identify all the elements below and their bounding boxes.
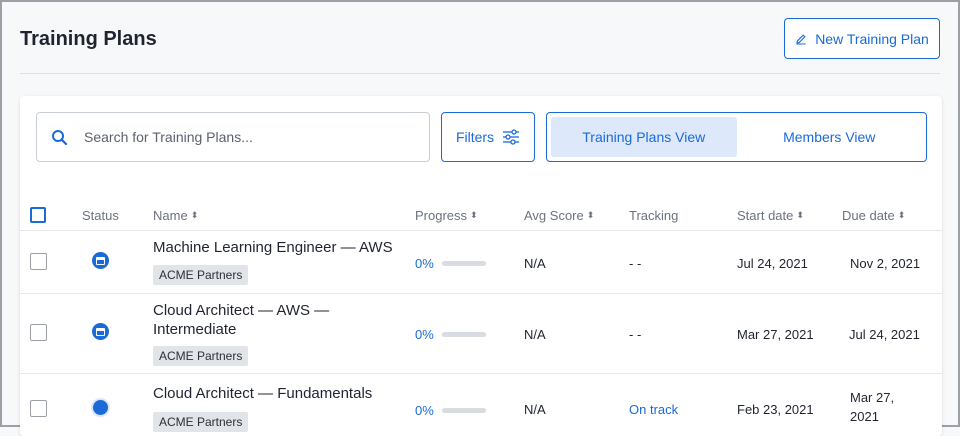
view-toggle: Training Plans View Members View bbox=[546, 112, 927, 162]
training-plans-card: Filters Training Plans View Members View… bbox=[20, 96, 942, 436]
new-training-plan-button[interactable]: New Training Plan bbox=[784, 18, 940, 59]
column-start-date[interactable]: Start date ⬍ bbox=[737, 208, 804, 223]
tracking-status: On track bbox=[629, 402, 679, 417]
filters-button[interactable]: Filters bbox=[441, 112, 535, 162]
avg-score: N/A bbox=[524, 327, 546, 342]
plan-name[interactable]: Cloud Architect — Fundamentals bbox=[153, 384, 403, 403]
column-due-date[interactable]: Due date ⬍ bbox=[842, 208, 905, 223]
search-box[interactable] bbox=[36, 112, 430, 162]
plan-name[interactable]: Cloud Architect — AWS — Intermediate bbox=[153, 301, 353, 339]
progress-bar bbox=[441, 408, 486, 413]
table-row[interactable]: Machine Learning Engineer — AWS ACME Par… bbox=[20, 230, 942, 293]
progress: 0% bbox=[415, 327, 486, 342]
progress: 0% bbox=[415, 403, 486, 418]
partner-tag: ACME Partners bbox=[153, 265, 249, 285]
page-header: Training Plans New Training Plan bbox=[2, 2, 958, 74]
sort-icon: ⬍ bbox=[190, 210, 199, 220]
progress-text: 0% bbox=[415, 256, 434, 271]
search-icon bbox=[52, 129, 68, 145]
due-date: Jul 24, 2021 bbox=[849, 327, 920, 342]
column-progress[interactable]: Progress ⬍ bbox=[415, 208, 478, 223]
due-date: Nov 2, 2021 bbox=[850, 256, 921, 271]
sliders-icon bbox=[503, 129, 520, 145]
table-row[interactable]: Cloud Architect — AWS — Intermediate ACM… bbox=[20, 293, 942, 373]
row-checkbox[interactable] bbox=[30, 400, 47, 417]
pencil-icon bbox=[796, 33, 806, 45]
tab-members-view[interactable]: Members View bbox=[737, 117, 923, 157]
due-date: Mar 27, 2021 bbox=[850, 390, 895, 424]
start-date: Feb 23, 2021 bbox=[737, 402, 814, 417]
search-input[interactable] bbox=[82, 128, 402, 146]
column-name[interactable]: Name ⬍ bbox=[153, 208, 198, 223]
progress: 0% bbox=[415, 256, 486, 271]
column-tracking: Tracking bbox=[629, 208, 679, 223]
progress-bar bbox=[441, 332, 486, 337]
column-status: Status bbox=[82, 208, 119, 223]
tab-training-plans-view[interactable]: Training Plans View bbox=[551, 117, 737, 157]
tracking: - - bbox=[629, 327, 642, 342]
calendar-icon bbox=[92, 252, 109, 269]
progress-bar bbox=[441, 261, 486, 266]
filters-label: Filters bbox=[455, 129, 495, 145]
partner-tag: ACME Partners bbox=[153, 346, 249, 366]
sort-icon: ⬍ bbox=[586, 210, 595, 220]
row-checkbox[interactable] bbox=[30, 253, 47, 270]
calendar-icon bbox=[92, 323, 109, 340]
sort-icon: ⬍ bbox=[470, 210, 478, 220]
select-all-checkbox[interactable] bbox=[30, 207, 46, 223]
progress-text: 0% bbox=[415, 403, 434, 418]
progress-text: 0% bbox=[415, 327, 434, 342]
partner-tag: ACME Partners bbox=[153, 412, 249, 432]
avg-score: N/A bbox=[524, 256, 546, 271]
new-training-plan-label: New Training Plan bbox=[815, 30, 929, 47]
start-date: Mar 27, 2021 bbox=[737, 327, 814, 342]
row-checkbox[interactable] bbox=[30, 324, 47, 341]
avg-score: N/A bbox=[524, 402, 546, 417]
start-date: Jul 24, 2021 bbox=[737, 256, 808, 271]
tracking: - - bbox=[629, 256, 642, 271]
sort-icon: ⬍ bbox=[897, 210, 906, 220]
page-title: Training Plans bbox=[20, 28, 157, 50]
sort-icon: ⬍ bbox=[796, 210, 804, 220]
table-header: Status Name ⬍ Progress ⬍ Avg Score ⬍ Tracki… bbox=[20, 200, 942, 230]
dot-icon bbox=[91, 398, 110, 417]
column-avg-score[interactable]: Avg Score ⬍ bbox=[524, 208, 594, 223]
header-divider bbox=[20, 73, 940, 74]
plan-name[interactable]: Machine Learning Engineer — AWS bbox=[153, 238, 403, 257]
